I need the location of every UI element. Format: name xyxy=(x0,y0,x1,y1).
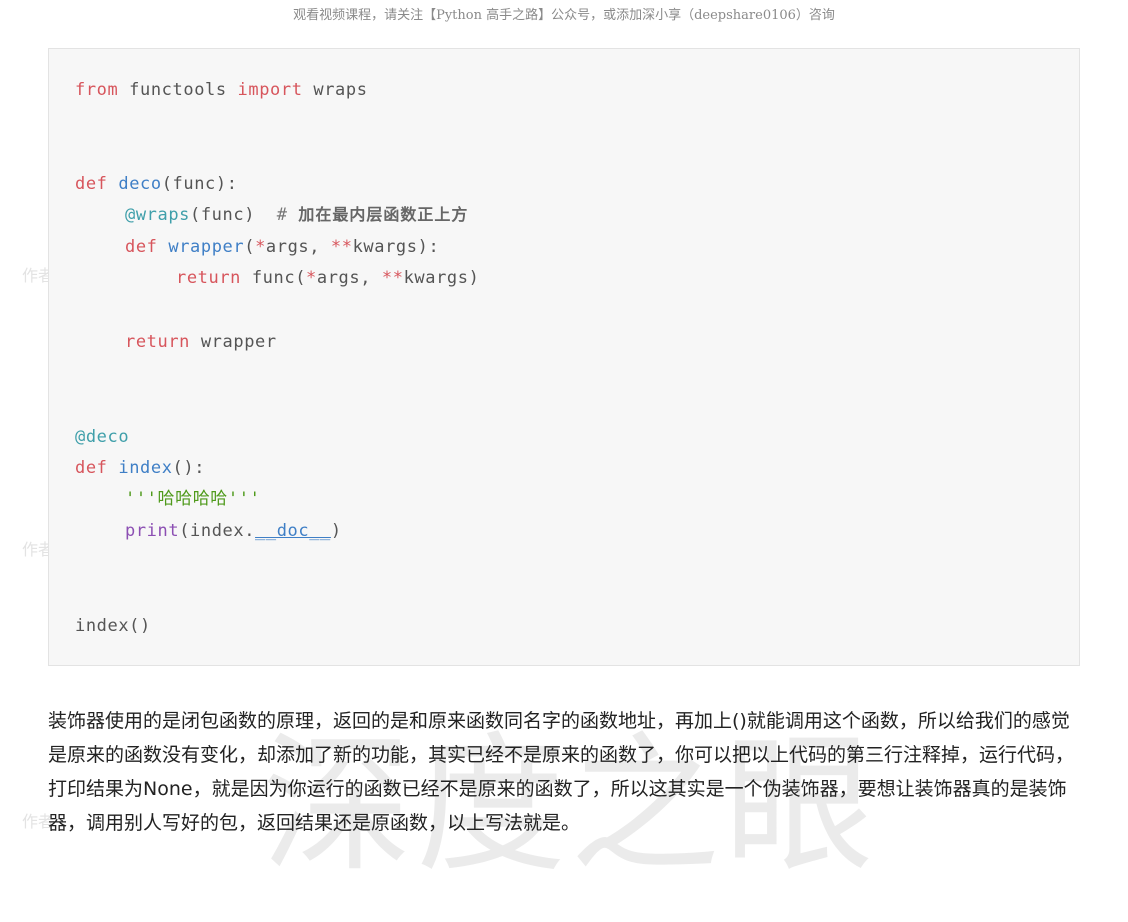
function-name: deco xyxy=(118,174,162,194)
function-name: index xyxy=(118,458,173,478)
code-line: from functools import wraps xyxy=(75,78,368,102)
comment-hash: # xyxy=(276,205,299,225)
code-text: (index. xyxy=(179,521,256,541)
keyword: def xyxy=(125,237,158,257)
code-text: wrapper xyxy=(190,332,277,352)
code-text: args, xyxy=(265,237,331,257)
code-text: (): xyxy=(172,458,206,478)
keyword: def xyxy=(75,458,108,478)
code-line: def index(): xyxy=(75,456,205,480)
keyword: from xyxy=(75,80,119,100)
code-line: return wrapper xyxy=(125,330,277,354)
code-comment: 加在最内层函数正上方 xyxy=(298,205,469,224)
code-text: index() xyxy=(75,616,151,636)
operator: * xyxy=(255,237,266,257)
code-text: (func): xyxy=(161,174,238,194)
code-text: args, xyxy=(316,268,382,288)
code-line: print(index.__doc__) xyxy=(125,519,342,543)
code-text: ( xyxy=(244,237,256,257)
docstring: '''哈哈哈哈''' xyxy=(125,489,261,509)
operator: ** xyxy=(381,268,404,288)
keyword: def xyxy=(75,174,108,194)
keyword: return xyxy=(176,268,242,288)
code-line: def wrapper(*args, **kwargs): xyxy=(125,235,439,259)
code-text: (func) xyxy=(190,205,277,225)
code-text: kwargs): xyxy=(352,237,440,257)
keyword: return xyxy=(125,332,191,352)
code-line: @wraps(func) # 加在最内层函数正上方 xyxy=(125,203,468,227)
keyword: import xyxy=(237,80,303,100)
operator: ** xyxy=(330,237,353,257)
module-name: functools xyxy=(118,80,238,100)
code-line: '''哈哈哈哈''' xyxy=(125,487,260,511)
code-line: @deco xyxy=(75,425,129,449)
operator: * xyxy=(306,268,317,288)
builtin-function: print xyxy=(125,521,180,541)
code-block[interactable]: from functools import wraps def deco(fun… xyxy=(48,48,1080,666)
explanation-paragraph: 装饰器使用的是闭包函数的原理，返回的是和原来函数同名字的函数地址，再加上()就能… xyxy=(48,710,1075,834)
code-text: func( xyxy=(241,268,307,288)
code-line: index() xyxy=(75,614,151,638)
imported-name: wraps xyxy=(302,80,368,100)
code-line: return func(*args, **kwargs) xyxy=(176,266,479,290)
page-header-notice: 观看视频课程，请关注【Python 高手之路】公众号，或添加深小享（deepsh… xyxy=(293,8,835,23)
decorator: @deco xyxy=(75,427,130,447)
function-name: wrapper xyxy=(168,237,245,257)
code-line: def deco(func): xyxy=(75,172,238,196)
code-text: ) xyxy=(330,521,342,541)
decorator: @wraps xyxy=(125,205,191,225)
dunder-attribute: __doc__ xyxy=(255,521,331,541)
code-text: kwargs) xyxy=(403,268,480,288)
